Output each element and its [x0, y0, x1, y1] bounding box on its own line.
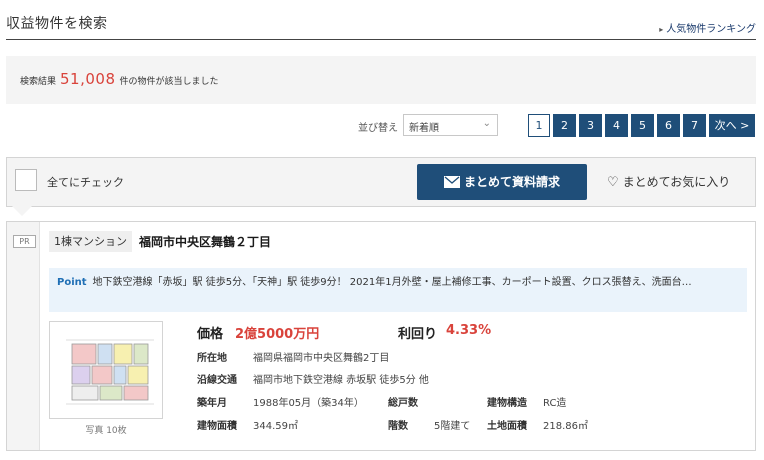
triangle-right-icon: ▸: [659, 25, 664, 34]
chevron-down-icon: ⌄: [482, 118, 491, 129]
price-label: 価格: [197, 327, 224, 342]
check-all-checkbox[interactable]: [15, 169, 37, 191]
access-value: 福岡市地下鉄空港線 赤坂駅 徒歩5分 他: [253, 375, 429, 386]
page-6-button[interactable]: 6: [657, 114, 680, 137]
floors-value: 5階建て: [434, 421, 471, 432]
bulk-request-button[interactable]: まとめて資料請求: [417, 164, 587, 200]
result-count: 51,008: [60, 70, 116, 88]
point-box: Point 地下鉄空港線「赤坂」駅 徒歩5分、「天神」駅 徒歩9分！ 2021年1…: [49, 268, 747, 312]
price-value: 2億5000万円: [235, 327, 320, 342]
page-5-button[interactable]: 5: [631, 114, 654, 137]
next-page-button[interactable]: 次へ >: [709, 114, 755, 137]
listing-title[interactable]: 福岡市中央区舞鶴２丁目: [139, 233, 271, 250]
heart-icon: ♡: [607, 175, 619, 190]
yield-value: 4.33%: [446, 323, 492, 338]
listing-select-column: PR: [7, 222, 40, 450]
structure-label: 建物構造: [487, 398, 527, 409]
address-label: 所在地: [197, 353, 227, 364]
property-type-badge: 1棟マンション: [49, 231, 132, 252]
page-1-button[interactable]: 1: [528, 114, 550, 137]
bulk-action-bar: 全てにチェック まとめて資料請求 ♡ まとめてお気に入り: [6, 157, 756, 207]
bulk-favorite-button[interactable]: ♡ まとめてお気に入り: [607, 173, 730, 190]
floors-label: 階数: [388, 421, 408, 432]
building-area-label: 建物面積: [197, 421, 237, 432]
sort-selected-value: 新着順: [409, 123, 439, 134]
yield-label: 利回り: [398, 327, 438, 342]
point-text: Point 地下鉄空港線「赤坂」駅 徒歩5分、「天神」駅 徒歩9分！ 2021年1…: [57, 274, 742, 291]
search-header: 収益物件を検索 ▸ 人気物件ランキング: [6, 0, 756, 40]
page-2-button[interactable]: 2: [553, 114, 576, 137]
mail-icon: [443, 175, 460, 188]
floor-plan-thumbnail[interactable]: [49, 321, 163, 419]
sort-label: 並び替え: [358, 123, 398, 134]
units-label: 総戸数: [388, 398, 418, 409]
page-4-button[interactable]: 4: [605, 114, 628, 137]
result-summary: 検索結果 51,008 件の物件が該当しました: [6, 56, 756, 104]
check-all-label[interactable]: 全てにチェック: [47, 174, 124, 190]
built-label: 築年月: [197, 398, 227, 409]
address-value: 福岡県福岡市中央区舞鶴2丁目: [253, 353, 390, 364]
sort-select[interactable]: 新着順 ⌄: [403, 114, 498, 136]
bulk-favorite-label: まとめてお気に入り: [622, 175, 731, 189]
building-area-value: 344.59㎡: [253, 421, 298, 432]
point-label: Point: [57, 277, 87, 288]
result-prefix: 検索結果: [20, 77, 57, 87]
photo-count: 写真 10枚: [85, 426, 127, 436]
point-description: 地下鉄空港線「赤坂」駅 徒歩5分、「天神」駅 徒歩9分！ 2021年1月外壁・屋…: [92, 277, 692, 288]
page-7-button[interactable]: 7: [683, 114, 706, 137]
built-value: 1988年05月（築34年）: [253, 398, 364, 409]
floor-plan-image: [66, 339, 154, 405]
bar-pointer: [12, 206, 32, 216]
structure-value: RC造: [543, 398, 567, 409]
ranking-link-label: 人気物件ランキング: [666, 24, 756, 35]
page-title: 収益物件を検索: [6, 16, 108, 32]
ranking-link[interactable]: ▸ 人気物件ランキング: [659, 20, 756, 35]
result-suffix: 件の物件が該当しました: [119, 77, 219, 87]
bulk-request-label: まとめて資料請求: [463, 175, 560, 189]
land-area-value: 218.86㎡: [543, 421, 588, 432]
pr-badge: PR: [13, 235, 36, 248]
access-label: 沿線交通: [197, 375, 237, 386]
result-text: 検索結果 51,008 件の物件が該当しました: [20, 70, 219, 88]
land-area-label: 土地面積: [487, 421, 527, 432]
property-listing[interactable]: PR 1棟マンション 福岡市中央区舞鶴２丁目 Point 地下鉄空港線「赤坂」駅 …: [6, 221, 756, 451]
page-3-button[interactable]: 3: [579, 114, 602, 137]
